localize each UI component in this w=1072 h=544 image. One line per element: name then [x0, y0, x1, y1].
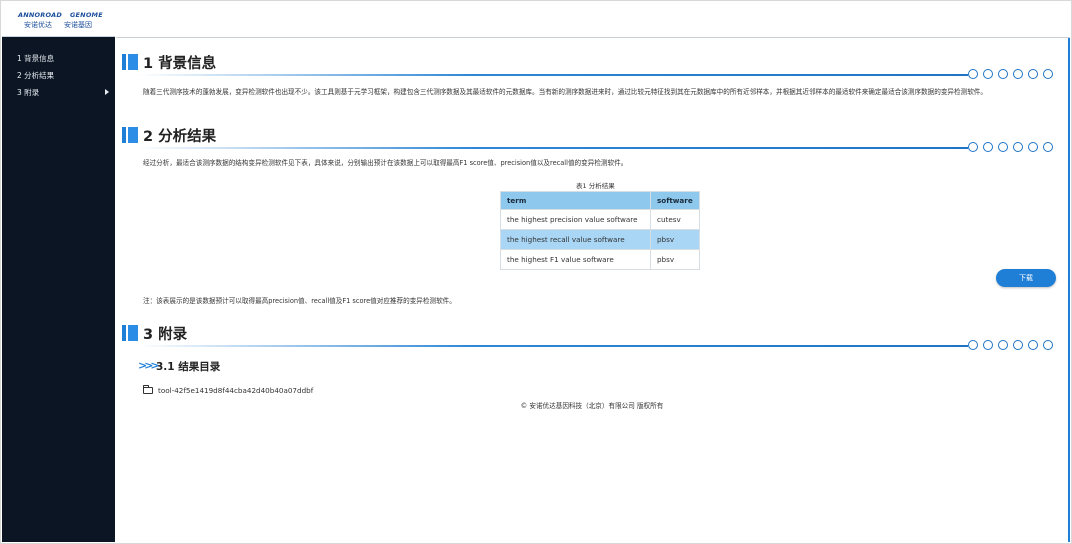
sidebar-item-results[interactable]: 2 分析结果 [2, 67, 115, 84]
section-marker [128, 325, 138, 341]
table-cell-term: the highest F1 value software [500, 249, 651, 270]
circle-icon [968, 69, 978, 79]
section-header-background: 1 背景信息 [122, 52, 1056, 79]
section-header-appendix: 3 附录 [122, 323, 1056, 350]
sidebar-item-label: 2 分析结果 [17, 71, 55, 80]
footer-copyright: © 安诺优达基因科技（北京）有限公司 版权所有 [520, 402, 664, 410]
circle-icon [1028, 340, 1038, 350]
circle-icon [998, 340, 1008, 350]
logo: ANNOROAD GENOME 安诺优达 安诺基因 [2, 2, 115, 37]
table-cell-term: the highest precision value software [500, 209, 651, 230]
sidebar-item-label: 3 附录 [17, 88, 40, 97]
sidebar-item-background[interactable]: 1 背景信息 [2, 50, 115, 67]
table-caption: 表1 分析结果 [576, 182, 615, 190]
table-row: the highest recall value software pbsv [500, 229, 700, 250]
circle-icon [968, 340, 978, 350]
section-rule [138, 147, 968, 149]
logo-cn-right: 安诺基因 [64, 21, 92, 29]
circle-icon [1013, 340, 1023, 350]
logo-cn-left: 安诺优达 [24, 21, 52, 29]
logo-en-right: GENOME [70, 11, 103, 19]
circle-icon [1043, 340, 1053, 350]
section-rule [138, 74, 968, 76]
column-header-software: software [650, 191, 700, 210]
section-marker [122, 127, 126, 143]
decorative-circles [968, 340, 1058, 351]
table-cell-software: pbsv [650, 229, 700, 250]
sidebar: ANNOROAD GENOME 安诺优达 安诺基因 1 背景信息 2 分析结果 3 … [2, 2, 115, 542]
table-header-row: term software [500, 191, 700, 210]
circle-icon [968, 142, 978, 152]
section-title: 2 分析结果 [143, 129, 217, 145]
column-header-term: term [500, 191, 651, 210]
sidebar-item-label: 1 背景信息 [17, 54, 55, 63]
circle-icon [998, 69, 1008, 79]
results-table: term software the highest precision valu… [500, 191, 700, 270]
section-marker [122, 325, 126, 341]
decorative-circles [968, 69, 1058, 80]
circle-icon [983, 340, 993, 350]
section-title: 3 附录 [143, 327, 188, 343]
table-cell-software: cutesv [650, 209, 700, 230]
subsection-title: 3.1 结果目录 [156, 361, 221, 373]
circle-icon [1013, 69, 1023, 79]
main-content: 1 背景信息 随着三代测序技术的蓬勃发展，变异检测软件也出现不少。该工具则基于元… [116, 39, 1068, 542]
circle-icon [983, 142, 993, 152]
circle-icon [1028, 69, 1038, 79]
right-accent-line [1068, 38, 1070, 542]
circle-icon [1043, 142, 1053, 152]
logo-chinese: 安诺优达 安诺基因 [24, 20, 92, 30]
logo-english: ANNOROAD GENOME [18, 11, 103, 19]
double-chevron-icon: >>> [138, 359, 160, 372]
circle-icon [1043, 69, 1053, 79]
background-paragraph: 随着三代测序技术的蓬勃发展，变异检测软件也出现不少。该工具则基于元学习框架，构建… [143, 88, 987, 96]
table-cell-term: the highest recall value software [500, 229, 651, 250]
sidebar-nav: 1 背景信息 2 分析结果 3 附录 [2, 50, 115, 101]
circle-icon [1028, 142, 1038, 152]
section-marker [128, 54, 138, 70]
table-note: 注：该表展示的是该数据预计可以取得最高precision值、recall值及F1… [143, 297, 456, 305]
table-cell-software: pbsv [650, 249, 700, 270]
top-bar [116, 2, 1070, 38]
section-header-results: 2 分析结果 [122, 125, 1056, 152]
folder-name[interactable]: tool-42f5e1419d8f44cba42d40b40a07ddbf [158, 386, 313, 395]
circle-icon [998, 142, 1008, 152]
table-row: the highest precision value software cut… [500, 209, 700, 230]
folder-icon [143, 385, 153, 394]
sidebar-item-appendix[interactable]: 3 附录 [2, 84, 115, 101]
section-rule [138, 345, 968, 347]
download-button[interactable]: 下载 [996, 269, 1056, 287]
circle-icon [983, 69, 993, 79]
section-title: 1 背景信息 [143, 56, 217, 72]
chevron-right-icon [105, 89, 109, 95]
section-marker [122, 54, 126, 70]
circle-icon [1013, 142, 1023, 152]
results-paragraph: 经过分析，最适合该测序数据的结构变异检测软件见下表，具体来说，分别输出预计在该数… [143, 159, 628, 167]
section-marker [128, 127, 138, 143]
table-row: the highest F1 value software pbsv [500, 249, 700, 270]
decorative-circles [968, 142, 1058, 153]
logo-en-left: ANNOROAD [18, 11, 62, 19]
